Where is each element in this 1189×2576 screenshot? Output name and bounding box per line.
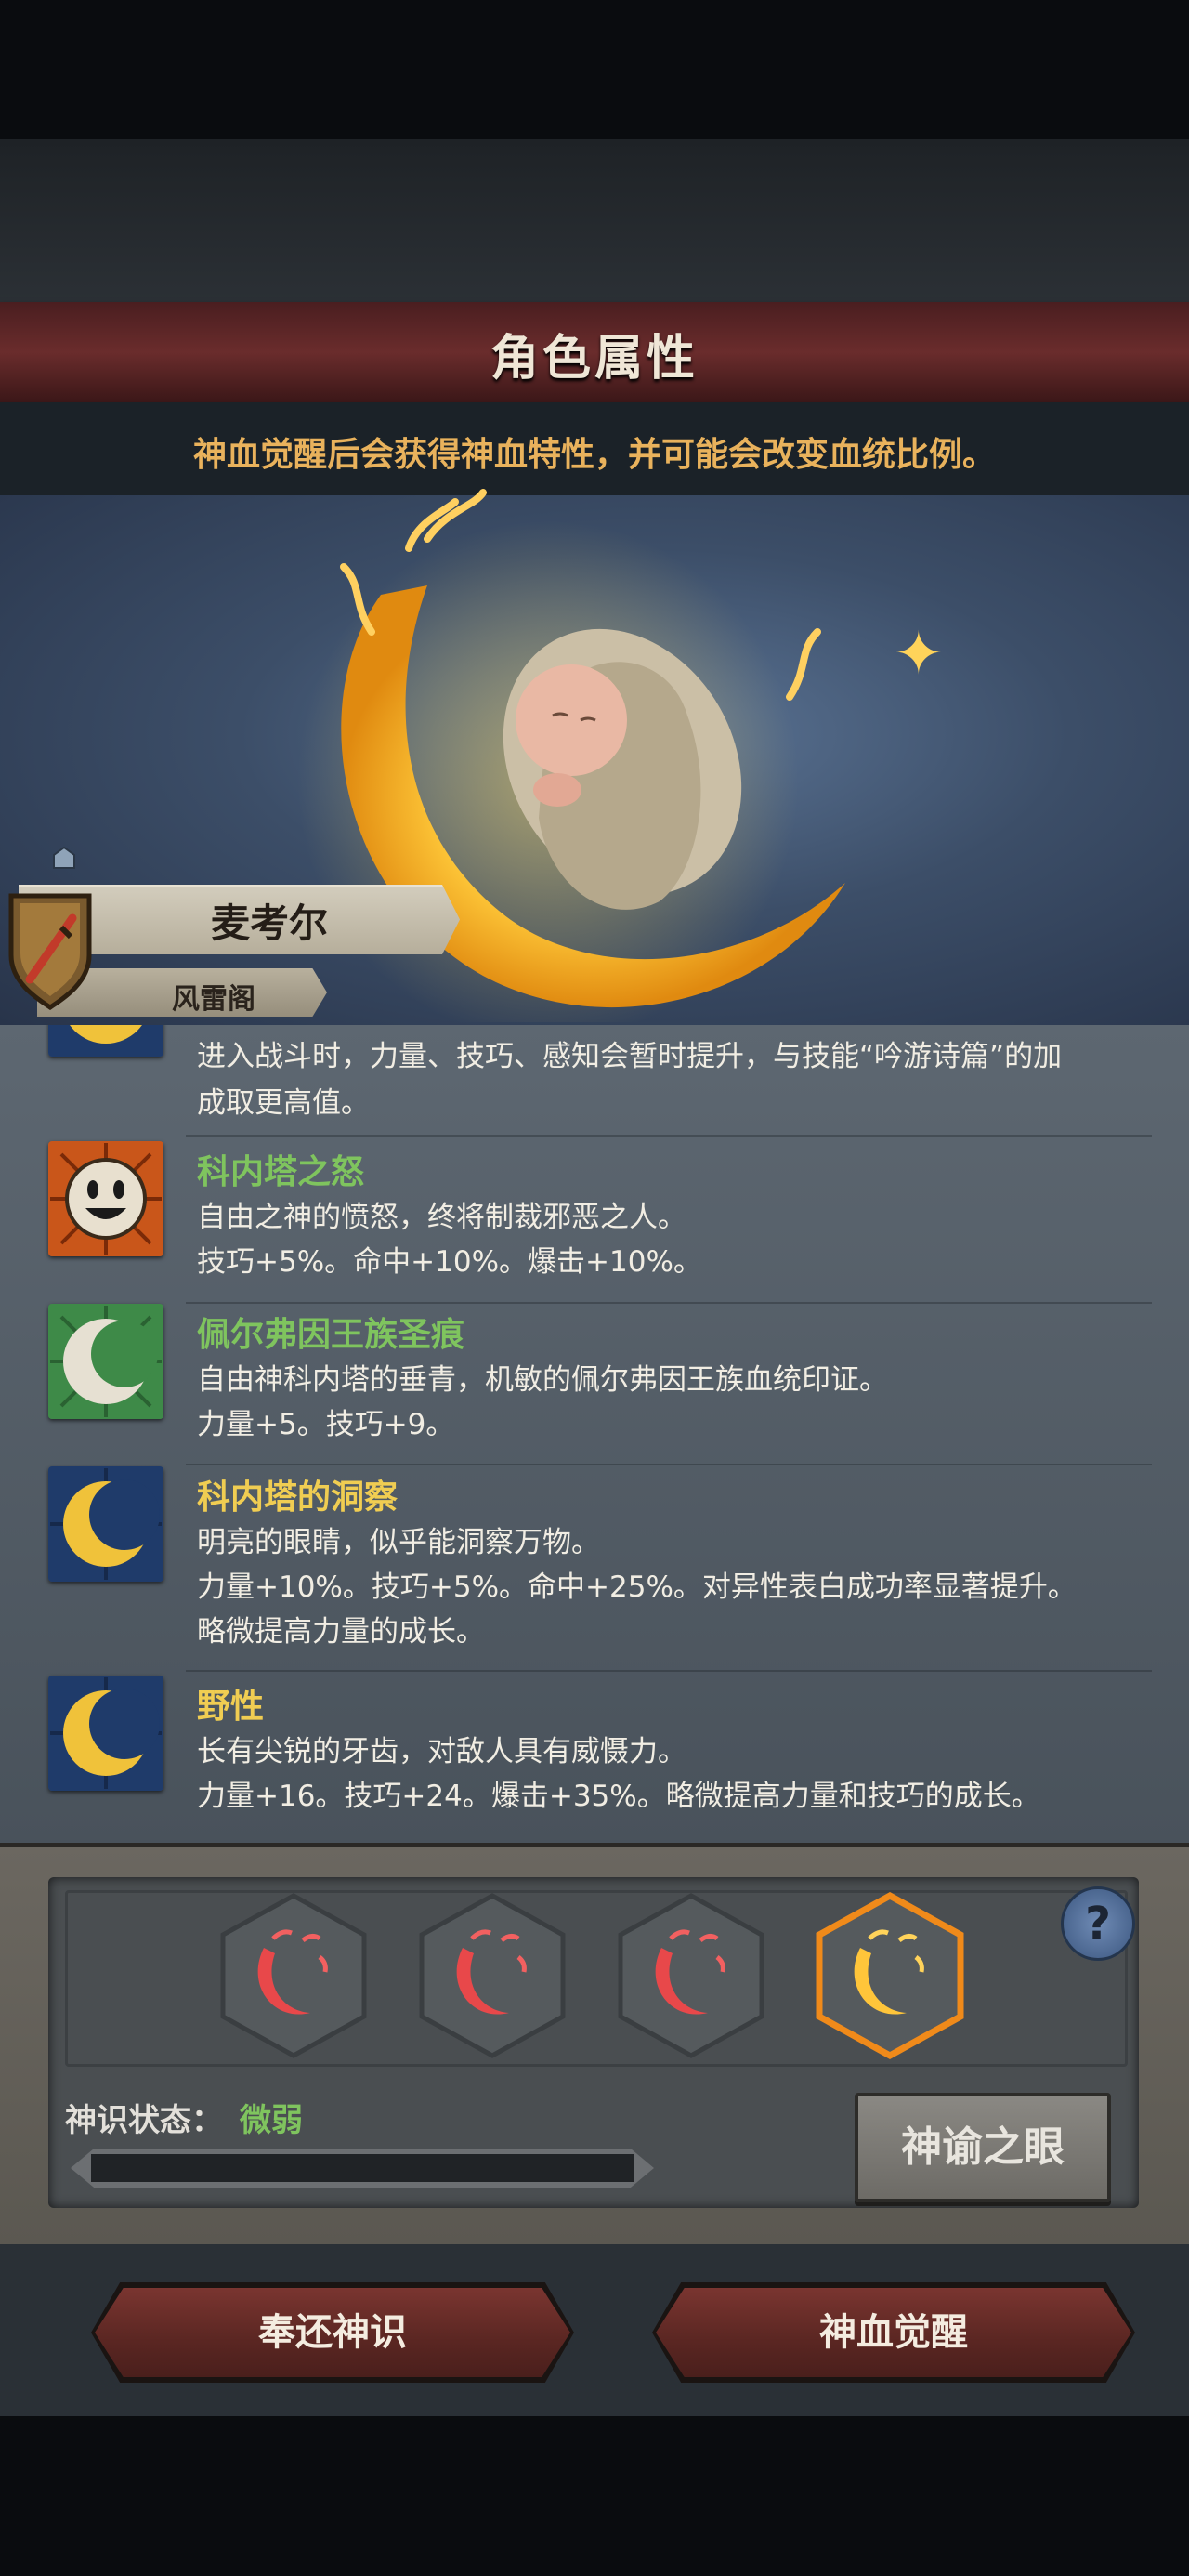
blood-awaken-button[interactable]: 神血觉醒 <box>656 2288 1131 2377</box>
help-button[interactable]: ? <box>1061 1886 1135 1961</box>
hint-text: 神血觉醒后会获得神血特性，并可能会改变血统比例。 <box>192 436 996 474</box>
awakening-slot-4[interactable] <box>814 1892 966 2059</box>
golden-moon-icon <box>48 1676 163 1791</box>
oracle-eye-button[interactable]: 神谕之眼 <box>855 2093 1111 2202</box>
golden-moon-icon <box>48 1025 163 1057</box>
awakening-slot-3[interactable] <box>615 1892 767 2059</box>
traits-list[interactable]: 进入战斗时，力量、技巧、感知会暂时提升，与技能“吟游诗篇”的加 成取更高值。 科… <box>0 1025 1189 1843</box>
character-faction: 风雷阁 <box>172 983 255 1016</box>
awakening-slot-1[interactable] <box>217 1892 370 2059</box>
divine-status-value: 微弱 <box>240 2102 303 2139</box>
top-band <box>0 139 1189 302</box>
page-title: 角色属性 <box>490 331 699 387</box>
awakening-slot-2[interactable] <box>416 1892 568 2059</box>
character-name: 麦考尔 <box>210 900 328 946</box>
progress-track <box>91 2154 634 2182</box>
return-divinity-button[interactable]: 奉还神识 <box>95 2288 570 2377</box>
shield-sword-icon <box>8 893 92 1011</box>
grinning-sun-face-icon <box>48 1141 163 1256</box>
trait-name: 科内塔的洞察 <box>197 1479 399 1517</box>
home-marker-icon <box>53 846 75 869</box>
trait-name: 佩尔弗因王族圣痕 <box>197 1316 465 1354</box>
sparkle-icon: ✦ <box>894 620 944 689</box>
trait-name: 野性 <box>197 1688 265 1726</box>
golden-moon-icon <box>48 1466 163 1582</box>
trait-name: 科内塔之怒 <box>197 1153 365 1191</box>
white-crescent-icon <box>48 1304 163 1419</box>
divine-status-label: 神识状态： <box>65 2102 223 2139</box>
